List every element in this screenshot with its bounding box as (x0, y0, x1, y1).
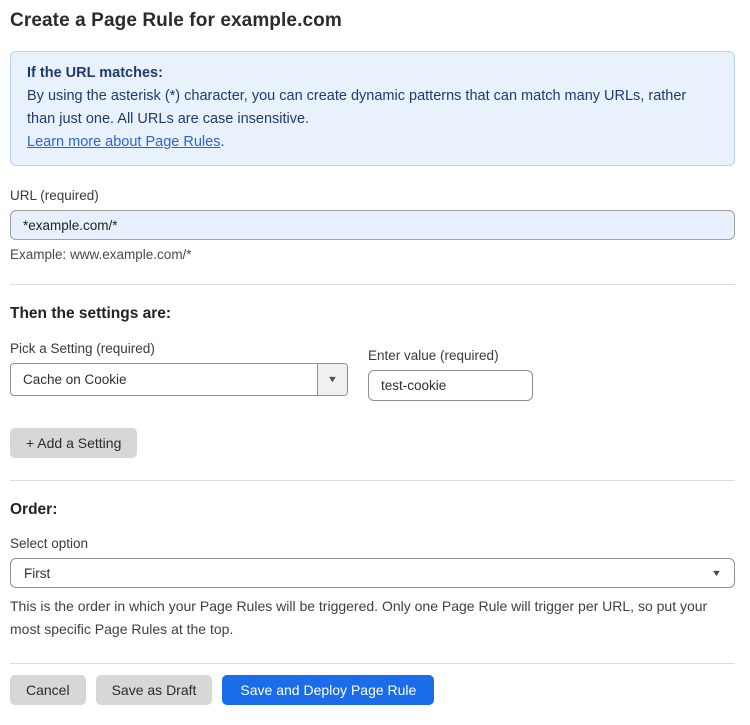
order-section-heading: Order: (10, 501, 58, 518)
chevron-down-icon: ▼ (710, 567, 723, 578)
create-page-rule-form: Create a Page Rule for example.com If th… (0, 0, 750, 725)
order-help-text: This is the order in which your Page Rul… (10, 598, 708, 637)
order-select-value: First (24, 565, 51, 581)
setting-value-input[interactable] (368, 370, 533, 401)
order-select-label: Select option (10, 536, 89, 551)
footer-actions: Cancel Save as Draft Save and Deploy Pag… (10, 675, 735, 705)
settings-row: Pick a Setting (required) Cache on Cooki… (10, 341, 735, 401)
divider-footer (10, 663, 735, 664)
learn-more-link[interactable]: Learn more about Page Rules (27, 134, 220, 150)
enter-value-label: Enter value (required) (368, 348, 499, 363)
setting-select-value: Cache on Cookie (23, 372, 127, 387)
cancel-button[interactable]: Cancel (10, 675, 86, 705)
url-input[interactable] (10, 210, 735, 240)
add-setting-button[interactable]: + Add a Setting (10, 428, 138, 458)
pick-setting-column: Pick a Setting (required) Cache on Cooki… (10, 341, 348, 396)
info-box-heading: If the URL matches: (27, 65, 163, 81)
pick-setting-label: Pick a Setting (required) (10, 341, 155, 356)
url-example-hint: Example: www.example.com/* (10, 247, 192, 262)
divider-settings (10, 480, 735, 481)
divider-url (10, 284, 735, 285)
info-box-link-line: Learn more about Page Rules. (27, 131, 718, 154)
info-box-body: By using the asterisk (*) character, you… (27, 88, 687, 127)
url-field-group: URL (required) Example: www.example.com/… (10, 188, 735, 262)
settings-section-heading: Then the settings are: (10, 305, 172, 322)
setting-select[interactable]: Cache on Cookie ▼ (10, 363, 348, 396)
save-as-draft-button[interactable]: Save as Draft (95, 675, 213, 705)
order-select[interactable]: First ▼ (10, 558, 735, 588)
page-title: Create a Page Rule for example.com (10, 10, 342, 31)
enter-value-column: Enter value (required) (368, 341, 533, 401)
save-and-deploy-button[interactable]: Save and Deploy Page Rule (222, 675, 435, 705)
chevron-down-icon: ▼ (317, 364, 347, 395)
link-period: . (220, 134, 225, 150)
url-match-info-box: If the URL matches: By using the asteris… (10, 51, 735, 166)
url-label: URL (required) (10, 188, 99, 203)
